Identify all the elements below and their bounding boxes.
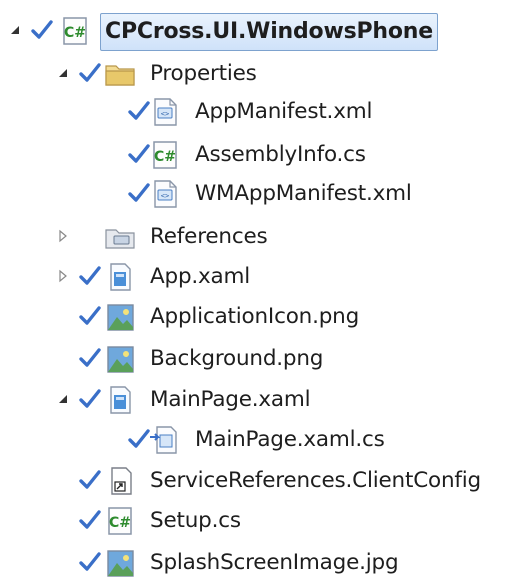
- tree-item-label: MainPage.xaml: [150, 387, 311, 412]
- svg-text:<>: <>: [161, 192, 169, 200]
- xaml-file-icon: [103, 260, 137, 294]
- expanded-arrow-icon[interactable]: [56, 66, 70, 80]
- checkmark-icon: [78, 508, 102, 532]
- checkmark-icon: [78, 346, 102, 370]
- tree-item[interactable]: ServiceReferences.ClientConfig: [0, 461, 529, 501]
- tree-item[interactable]: C# AssemblyInfo.cs: [0, 135, 529, 175]
- code-behind-file-icon: [148, 423, 182, 457]
- csharp-file-icon: C#: [103, 504, 137, 538]
- image-file-icon: [103, 300, 137, 334]
- tree-item[interactable]: <> AppManifest.xml: [0, 92, 529, 132]
- tree-item-label: App.xaml: [150, 264, 251, 289]
- tree-item-label: Setup.cs: [150, 508, 241, 533]
- tree-item-label: AssemblyInfo.cs: [195, 142, 366, 167]
- svg-text:C#: C#: [64, 25, 86, 41]
- tree-item-label: Background.png: [150, 346, 324, 371]
- xaml-file-icon: [103, 383, 137, 417]
- tree-item[interactable]: ApplicationIcon.png: [0, 297, 529, 337]
- folder-icon: [103, 57, 137, 91]
- references-icon: [103, 220, 137, 254]
- tree-item[interactable]: App.xaml: [0, 257, 529, 297]
- tree-item-label: SplashScreenImage.jpg: [150, 550, 399, 575]
- tree-item-label: ApplicationIcon.png: [150, 304, 360, 329]
- tree-item[interactable]: Background.png: [0, 339, 529, 379]
- tree-item[interactable]: References: [0, 217, 529, 257]
- tree-item-label: References: [150, 224, 268, 249]
- solution-explorer-tree: C# CPCross.UI.WindowsPhone Properties <>…: [0, 0, 529, 585]
- xml-file-icon: <>: [148, 177, 182, 211]
- tree-item-label: MainPage.xaml.cs: [195, 427, 385, 452]
- checkmark-icon: [30, 18, 54, 42]
- svg-text:C#: C#: [109, 515, 131, 531]
- collapsed-arrow-icon[interactable]: [56, 229, 70, 243]
- tree-item-label: WMAppManifest.xml: [195, 181, 412, 206]
- checkmark-icon: [78, 550, 102, 574]
- svg-text:C#: C#: [154, 149, 176, 165]
- xml-file-icon: <>: [148, 95, 182, 129]
- checkmark-icon: [78, 264, 102, 288]
- tree-item[interactable]: MainPage.xaml: [0, 380, 529, 420]
- collapsed-arrow-icon[interactable]: [56, 269, 70, 283]
- tree-item[interactable]: SplashScreenImage.jpg: [0, 543, 529, 583]
- svg-text:<>: <>: [161, 110, 169, 118]
- image-file-icon: [103, 546, 137, 580]
- csharp-file-icon: C#: [148, 138, 182, 172]
- tree-item-label: Properties: [150, 61, 257, 86]
- tree-item-label: ServiceReferences.ClientConfig: [150, 468, 481, 493]
- checkmark-icon: [78, 468, 102, 492]
- tree-item[interactable]: MainPage.xaml.cs: [0, 420, 529, 460]
- csharp-project-icon: C#: [58, 14, 92, 48]
- checkmark-icon: [78, 387, 102, 411]
- config-file-icon: [103, 464, 137, 498]
- tree-item[interactable]: <> WMAppManifest.xml: [0, 174, 529, 214]
- expanded-arrow-icon[interactable]: [8, 23, 22, 37]
- tree-item-label: CPCross.UI.WindowsPhone: [100, 13, 438, 51]
- checkmark-icon: [78, 61, 102, 85]
- expanded-arrow-icon[interactable]: [56, 392, 70, 406]
- tree-item-label: AppManifest.xml: [195, 99, 373, 124]
- checkmark-icon: [78, 304, 102, 328]
- tree-item[interactable]: Properties: [0, 54, 529, 94]
- tree-item[interactable]: C# CPCross.UI.WindowsPhone: [0, 11, 529, 51]
- tree-item[interactable]: C# Setup.cs: [0, 501, 529, 541]
- image-file-icon: [103, 342, 137, 376]
